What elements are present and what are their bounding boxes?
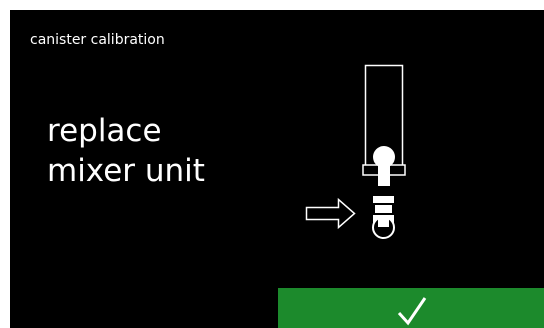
check-icon (397, 297, 427, 326)
confirm-button[interactable] (278, 288, 544, 328)
right-arrow-icon (305, 197, 356, 230)
canister-outline-icon (362, 64, 406, 186)
mixer-replacement-illustration (305, 64, 406, 239)
calibration-screen: canister calibration replace mixer unit (10, 10, 544, 328)
mixer-unit-icon (372, 196, 395, 239)
